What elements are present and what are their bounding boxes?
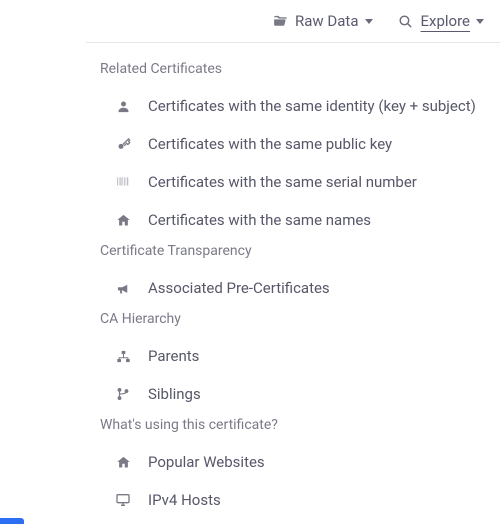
item-same-names[interactable]: Certificates with the same names <box>100 201 482 239</box>
item-ipv4-hosts[interactable]: IPv4 Hosts <box>100 481 482 519</box>
item-label: Certificates with the same names <box>148 211 371 229</box>
item-same-public-key[interactable]: Certificates with the same public key <box>100 125 482 163</box>
item-siblings[interactable]: Siblings <box>100 375 482 413</box>
item-same-serial[interactable]: Certificates with the same serial number <box>100 163 482 201</box>
item-same-identity[interactable]: Certificates with the same identity (key… <box>100 87 482 125</box>
section-related-certificates: Related Certificates <box>100 61 482 77</box>
item-label: Associated Pre-Certificates <box>148 279 330 297</box>
home-icon <box>114 211 132 229</box>
explore-panel: Related Certificates Certificates with t… <box>0 43 500 519</box>
item-label: Certificates with the same serial number <box>148 173 417 191</box>
section-ca-hierarchy: CA Hierarchy <box>100 311 482 327</box>
item-label: IPv4 Hosts <box>148 491 221 509</box>
monitor-icon <box>114 491 132 509</box>
item-label: Certificates with the same identity (key… <box>148 97 476 115</box>
item-parents[interactable]: Parents <box>100 337 482 375</box>
key-icon <box>114 135 132 153</box>
accent-bar <box>0 518 24 524</box>
home-icon <box>114 453 132 471</box>
folder-open-icon <box>271 12 289 30</box>
explore-label: Explore <box>421 12 471 30</box>
explore-dropdown[interactable]: Explore <box>397 12 485 30</box>
user-icon <box>114 97 132 115</box>
sitemap-icon <box>114 347 132 365</box>
bullhorn-icon <box>114 279 132 297</box>
search-icon <box>397 12 415 30</box>
item-label: Certificates with the same public key <box>148 135 392 153</box>
section-certificate-transparency: Certificate Transparency <box>100 243 482 259</box>
item-label: Siblings <box>148 385 201 403</box>
section-whats-using: What's using this certificate? <box>100 417 482 433</box>
raw-data-label: Raw Data <box>295 12 358 30</box>
caret-down-icon <box>365 19 373 24</box>
item-popular-websites[interactable]: Popular Websites <box>100 443 482 481</box>
barcode-icon <box>114 173 132 191</box>
raw-data-dropdown[interactable]: Raw Data <box>271 12 372 30</box>
branch-icon <box>114 385 132 403</box>
topbar: Raw Data Explore <box>0 0 500 42</box>
item-label: Parents <box>148 347 199 365</box>
item-label: Popular Websites <box>148 453 265 471</box>
item-pre-certificates[interactable]: Associated Pre-Certificates <box>100 269 482 307</box>
caret-down-icon <box>476 19 484 24</box>
